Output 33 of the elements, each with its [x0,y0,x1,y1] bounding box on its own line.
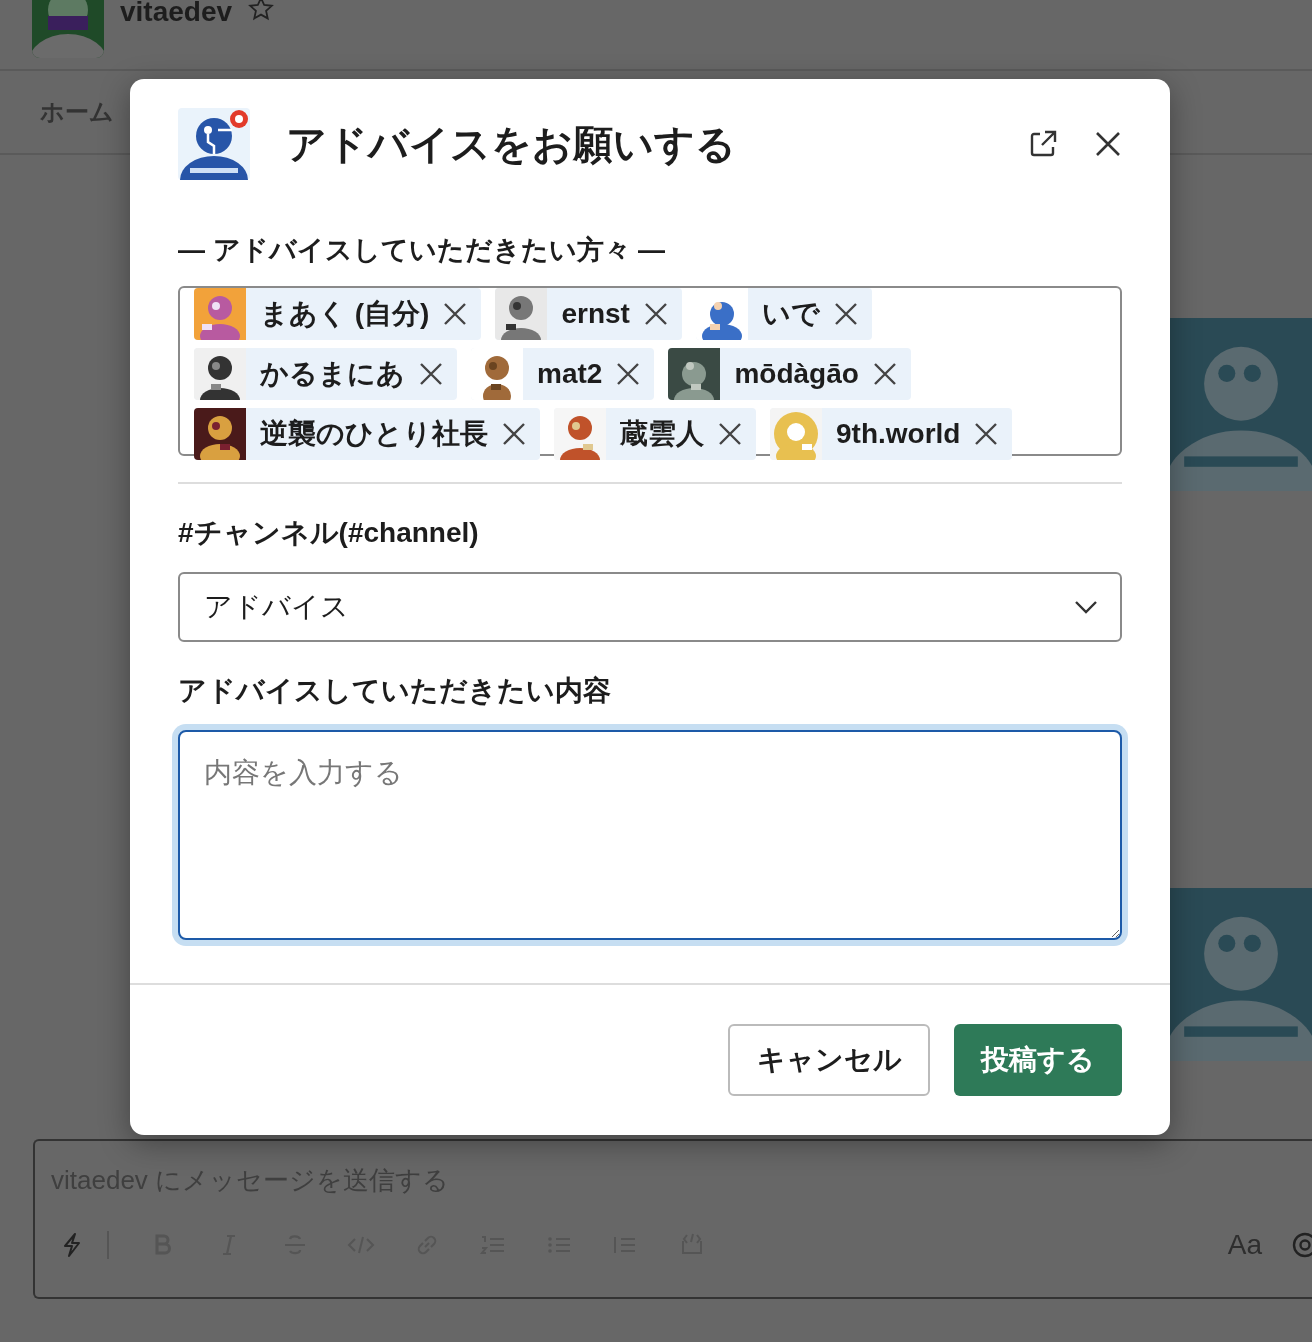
person-chip[interactable]: まあく (自分) [194,288,482,340]
remove-icon[interactable] [419,362,443,386]
remove-icon[interactable] [443,302,468,326]
person-chip[interactable]: 逆襲のひとり社長 [194,408,540,460]
cancel-button[interactable]: キャンセル [728,1024,930,1096]
remove-icon[interactable] [718,422,742,446]
close-icon[interactable] [1094,130,1122,158]
person-chip[interactable]: かるまにあ [194,348,457,400]
section-label: — アドバイスしていただきたい方々 — [178,234,666,267]
person-chip[interactable]: 蔵雲人 [554,408,756,460]
person-chip[interactable]: mōdàgāo [668,348,911,400]
remove-icon[interactable] [643,302,668,326]
channel-select[interactable]: アドバイス [178,572,1122,642]
field-label: #チャンネル(#channel) [178,516,480,550]
submit-button[interactable]: 投稿する [954,1024,1122,1096]
person-chip[interactable]: mat2 [471,348,655,400]
remove-icon[interactable] [833,302,858,326]
app-logo-icon [178,108,250,180]
select-value: アドバイス [204,590,349,624]
chevron-down-icon [1074,600,1098,614]
content-field[interactable]: 内容を入力する [178,730,1122,940]
external-link-icon[interactable] [1028,129,1058,159]
star-icon[interactable] [248,0,275,22]
remove-icon[interactable] [502,422,526,446]
person-chip[interactable]: 9th.world [770,408,1013,460]
field-label: アドバイスしていただきたい内容 [178,674,612,708]
remove-icon[interactable] [974,422,999,446]
person-chip[interactable]: いで [695,288,872,340]
remove-icon[interactable] [616,362,641,386]
mention-icon[interactable] [1290,1230,1312,1260]
person-chip[interactable]: ernst [495,288,682,340]
remove-icon[interactable] [872,362,897,386]
modal-title: アドバイスをお願いする [286,120,737,168]
